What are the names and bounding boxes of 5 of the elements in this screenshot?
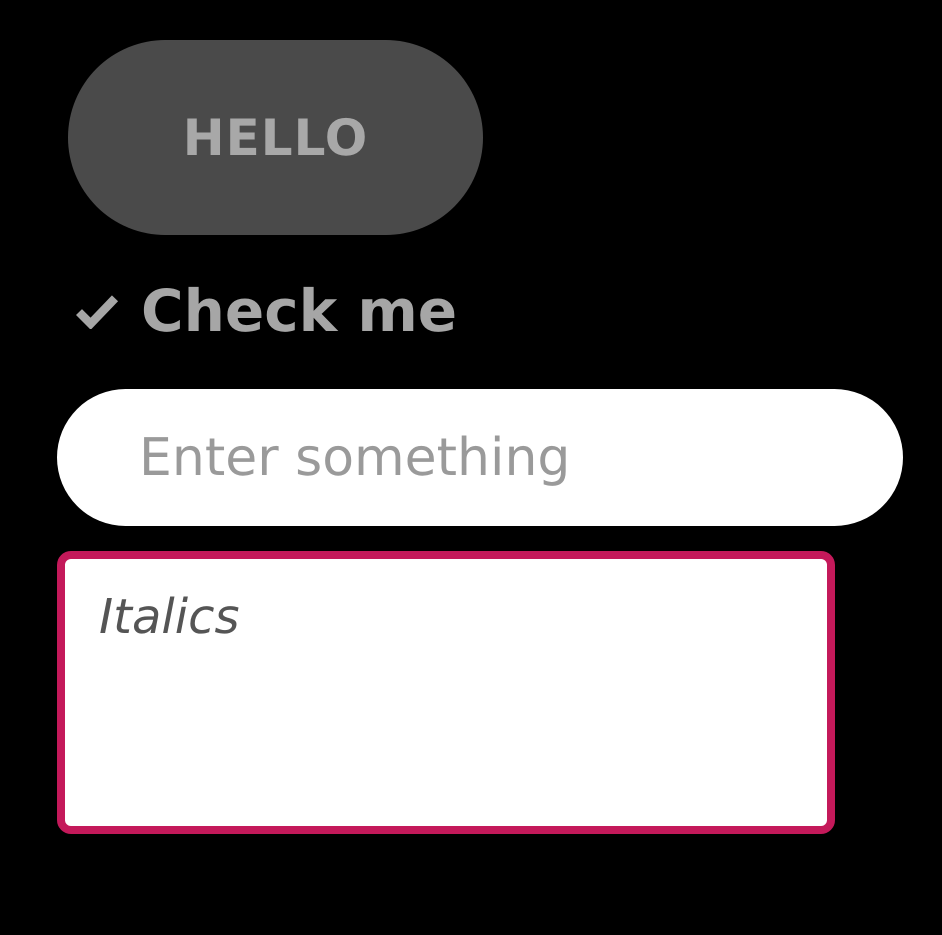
text-input-field[interactable]: Enter something (57, 389, 903, 526)
checkbox-icon[interactable] (75, 293, 119, 329)
checkbox-label[interactable]: Check me (141, 273, 458, 349)
text-area-field[interactable]: Italics (57, 551, 835, 834)
hello-button[interactable]: HELLO (68, 40, 483, 235)
